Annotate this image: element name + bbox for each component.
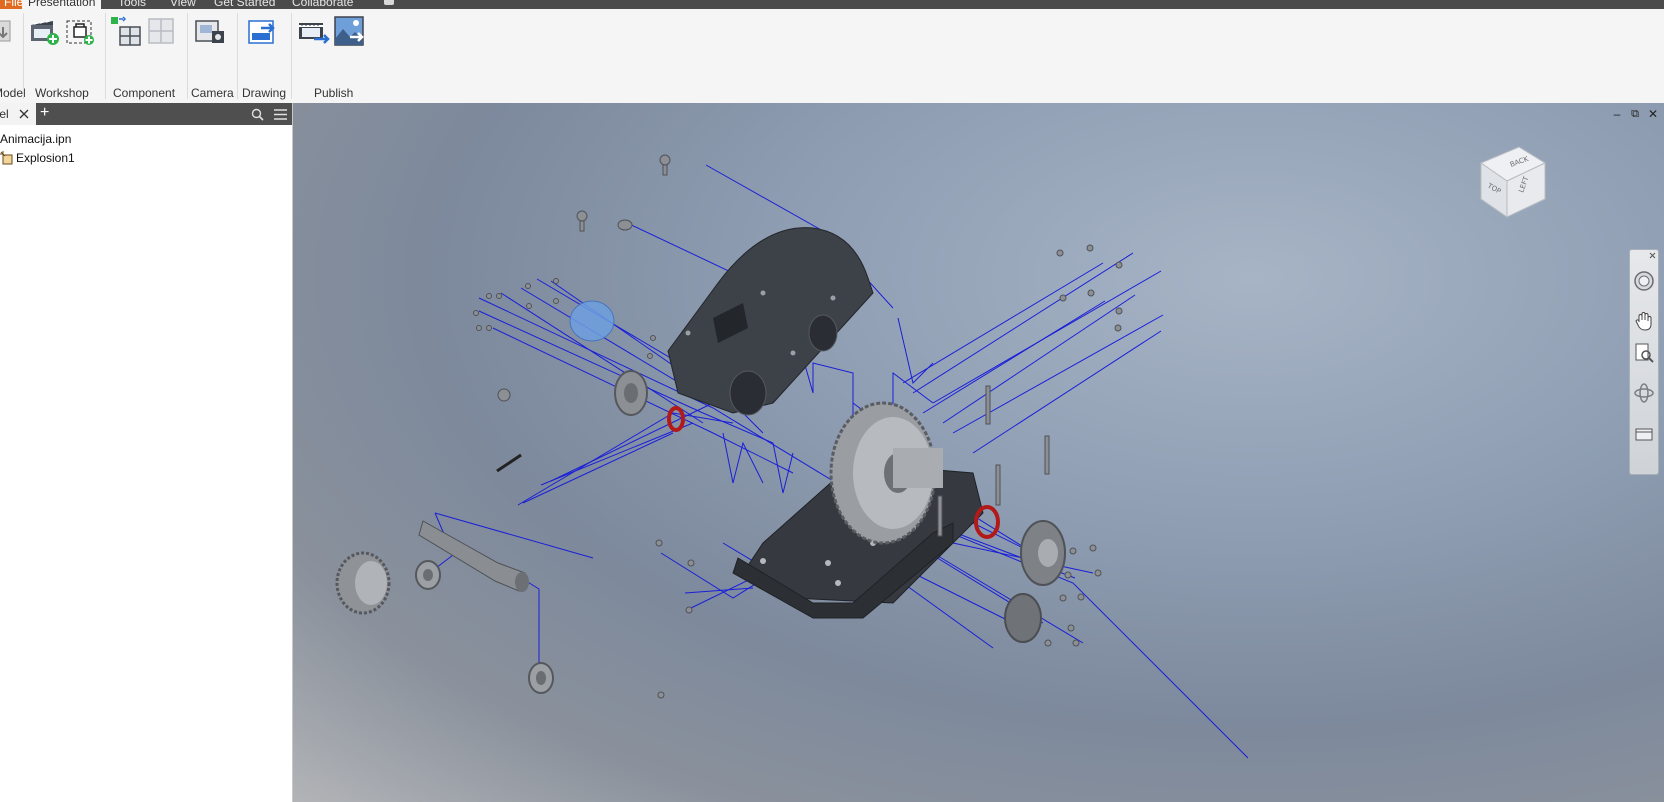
tree-item-root-label: Animacija.ipn xyxy=(0,132,72,146)
bearings xyxy=(415,370,648,694)
steering-wheel-icon[interactable] xyxy=(1633,270,1655,292)
end-caps xyxy=(1004,520,1066,643)
publish-video-icon[interactable] xyxy=(298,15,330,47)
tweak-components-icon[interactable] xyxy=(110,15,142,47)
group-label-model: Model xyxy=(0,86,26,100)
look-at-icon[interactable] xyxy=(1633,422,1655,444)
navigation-bar xyxy=(1629,249,1659,475)
ribbon: Model Workshop xyxy=(0,9,1664,104)
fade-icon[interactable] xyxy=(146,15,178,47)
exploded-assembly-scene xyxy=(335,154,1249,759)
capture-camera-icon[interactable] xyxy=(194,15,226,47)
tree-item-root[interactable]: Animacija.ipn xyxy=(0,132,71,146)
pan-icon[interactable] xyxy=(1633,310,1655,332)
new-snapshot-icon[interactable] xyxy=(64,15,96,47)
insert-model-icon[interactable] xyxy=(0,15,14,47)
publish-raster-icon[interactable] xyxy=(334,15,366,47)
ribbon-group-camera: Camera xyxy=(188,9,236,103)
group-label-camera: Camera xyxy=(191,86,234,100)
tab-presentation[interactable]: Presentation xyxy=(22,0,102,9)
zoom-icon[interactable] xyxy=(1633,342,1655,364)
group-label-drawing: Drawing xyxy=(242,86,287,100)
add-tab-button[interactable]: + xyxy=(40,104,49,122)
quick-access-icon[interactable] xyxy=(384,0,394,5)
browser-tab-label: Model xyxy=(0,107,9,121)
search-icon[interactable] xyxy=(251,108,264,121)
graphics-viewport[interactable]: – ⧉ ✕ BACK TOP LEFT xyxy=(293,103,1664,802)
ribbon-group-component: Component xyxy=(106,9,186,103)
tab-tools[interactable]: Tools xyxy=(118,0,146,9)
ribbon-group-model: Model xyxy=(0,9,26,103)
tab-view[interactable]: View xyxy=(170,0,196,9)
group-label-workshop: Workshop xyxy=(35,86,89,100)
tab-collaborate[interactable]: Collaborate xyxy=(292,0,353,9)
orbit-icon[interactable] xyxy=(1633,382,1655,404)
close-icon[interactable] xyxy=(19,109,29,119)
housing-cover xyxy=(667,227,874,416)
create-drawing-view-icon[interactable] xyxy=(247,15,279,47)
menu-bar: File Presentation Tools View Get Started… xyxy=(0,0,1664,9)
menu-icon[interactable] xyxy=(274,109,287,120)
ribbon-group-publish: Publish xyxy=(292,9,372,103)
scene-icon xyxy=(0,151,13,165)
close-navbar-icon[interactable] xyxy=(1649,252,1656,259)
browser-tab-model[interactable]: Model xyxy=(0,103,36,125)
viewcube[interactable]: BACK TOP LEFT xyxy=(1473,141,1553,221)
ribbon-group-workshop: Workshop xyxy=(24,9,104,103)
sight-glass xyxy=(569,300,615,342)
new-storyboard-icon[interactable] xyxy=(28,15,60,47)
tree-item-explosion-label: Explosion1 xyxy=(16,151,75,165)
group-label-publish: Publish xyxy=(314,86,354,100)
tab-get-started[interactable]: Get Started xyxy=(214,0,275,9)
browser-tab-bar: Model + xyxy=(0,103,292,125)
ribbon-group-drawing: Drawing xyxy=(238,9,290,103)
model-browser: Model + Animacija.ipn Explosion1 xyxy=(0,103,293,802)
group-label-component: Component xyxy=(113,86,176,100)
pinion-gear xyxy=(335,551,391,615)
